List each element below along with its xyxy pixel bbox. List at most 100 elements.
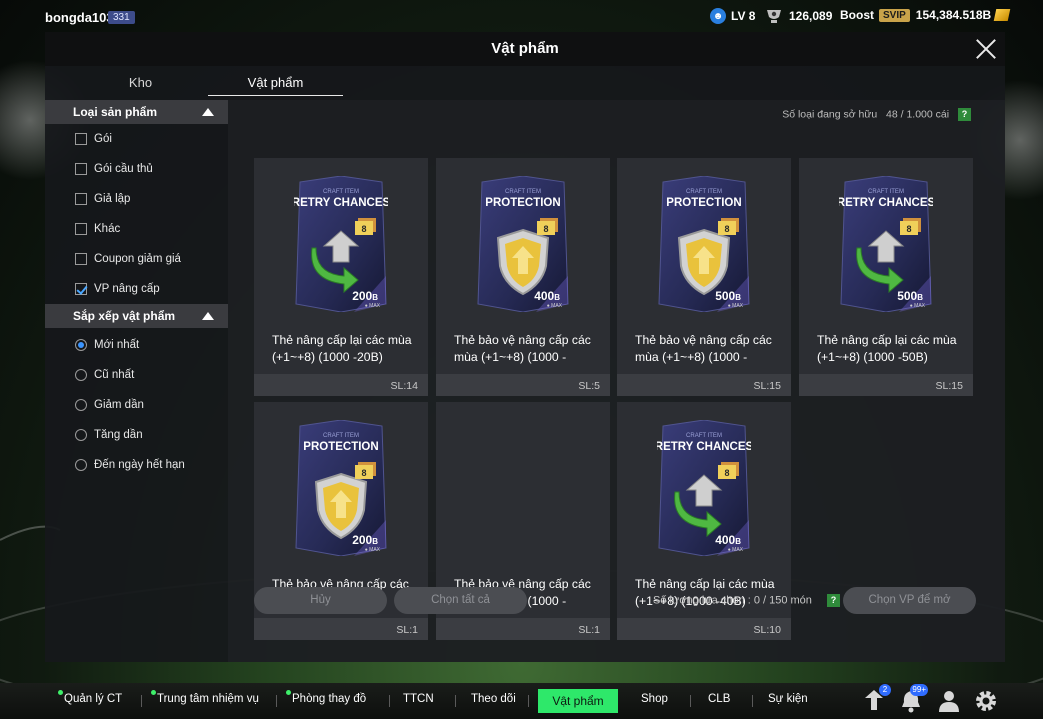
filter-khac[interactable]: Khác (45, 214, 228, 244)
item-card[interactable]: CRAFT ITEM RETRY CHANCES 8 500B ● MAX Th… (799, 158, 973, 396)
bell-icon[interactable]: 99+ (898, 684, 928, 714)
item-card-art: CRAFT ITEM PROTECTION 8 400B ● MAX (477, 176, 569, 312)
nav-divider (752, 695, 753, 707)
radio[interactable] (75, 399, 87, 411)
user-level-badge: 331 (108, 11, 135, 24)
nav-item[interactable]: Phòng thay đồ (286, 690, 367, 705)
nav-label: Theo dõi (471, 693, 516, 705)
svg-text:PROTECTION: PROTECTION (666, 197, 741, 209)
nav-vat-pham-active[interactable]: Vật phẩm (538, 689, 618, 713)
svg-text:PROTECTION: PROTECTION (485, 197, 560, 209)
svg-text:RETRY CHANCES: RETRY CHANCES (839, 197, 933, 209)
coins-value: 126,089 (789, 9, 833, 23)
level-tag-icon: 8 (355, 462, 376, 479)
notification-dot (58, 690, 63, 695)
svg-text:8: 8 (724, 224, 729, 234)
nav-item[interactable]: Shop (641, 693, 668, 705)
item-qty: SL:15 (753, 380, 781, 392)
sort-newest[interactable]: Mới nhất (45, 330, 228, 360)
tab-vat-pham[interactable]: Vật phẩm (208, 72, 343, 96)
item-card-art: CRAFT ITEM RETRY CHANCES 8 400B ● MAX (657, 420, 751, 556)
svg-text:● MAX: ● MAX (728, 547, 744, 553)
filter-label: Gói cầu thủ (94, 163, 153, 175)
filter-goi-cau-thu[interactable]: Gói cầu thủ (45, 154, 228, 184)
radio[interactable] (75, 429, 87, 441)
item-name: Thẻ bảo vệ nâng cấp các mùa (+1~+8) (100… (635, 333, 772, 364)
item-name: Thẻ bảo vệ nâng cấp các mùa (+1~+8) (100… (454, 333, 591, 364)
svip-badge: SVIP (879, 8, 910, 22)
level-tag-icon: 8 (537, 218, 558, 235)
collapse-icon (202, 108, 214, 116)
notification-dot (151, 690, 156, 695)
checkbox[interactable] (75, 193, 87, 205)
sort-ascending[interactable]: Tăng dần (45, 420, 228, 450)
nav-item[interactable]: Trung tâm nhiệm vụ (151, 690, 259, 705)
checkbox[interactable] (75, 163, 87, 175)
nav-item[interactable]: Theo dõi (471, 693, 516, 705)
nav-item[interactable]: Sự kiện (768, 693, 808, 705)
filter-label: Giả lập (94, 193, 131, 205)
item-qty: SL:15 (935, 380, 963, 392)
type-filter-header[interactable]: Loại sản phẩm (45, 100, 228, 124)
type-filter-title: Loại sản phẩm (73, 105, 158, 119)
nav-label: Sự kiện (768, 693, 808, 705)
item-card[interactable]: CRAFT ITEM RETRY CHANCES 8 200B ● MAX Th… (254, 158, 428, 396)
checkbox[interactable] (75, 223, 87, 235)
checkbox-checked[interactable] (75, 283, 87, 295)
nav-item[interactable]: Quản lý CT (58, 690, 123, 705)
gear-icon[interactable] (973, 688, 999, 714)
sort-label: Đến ngày hết hạn (94, 459, 185, 471)
filter-vp-nang-cap[interactable]: VP nâng cấp (45, 274, 228, 304)
level-tag-icon: 8 (900, 218, 921, 235)
nav-label: Phòng thay đồ (292, 693, 367, 705)
checkbox[interactable] (75, 253, 87, 265)
person-icon[interactable] (936, 688, 962, 714)
username: bongda103 (45, 10, 114, 25)
upload-icon[interactable]: 2 (861, 684, 891, 714)
radio-selected[interactable] (75, 339, 87, 351)
collapse-icon (202, 312, 214, 320)
nav-divider (141, 695, 142, 707)
svg-text:8: 8 (724, 468, 729, 478)
filter-sidebar: Loại sản phẩm Gói Gói cầu thủ Giả lập Kh… (45, 100, 228, 480)
close-button[interactable] (975, 38, 997, 60)
sort-title: Sắp xếp vật phẩm (73, 309, 176, 323)
tab-kho[interactable]: Kho (73, 72, 208, 96)
item-card-art: CRAFT ITEM RETRY CHANCES 8 200B ● MAX (294, 176, 388, 312)
svg-text:PROTECTION: PROTECTION (303, 441, 378, 453)
help-icon[interactable]: ? (958, 108, 971, 121)
sort-label: Mới nhất (94, 339, 140, 351)
help-icon[interactable]: ? (826, 594, 840, 607)
sort-header[interactable]: Sắp xếp vật phẩm (45, 304, 228, 328)
nav-label: Trung tâm nhiệm vụ (157, 693, 259, 705)
filter-coupon[interactable]: Coupon giảm giá (45, 244, 228, 274)
item-card[interactable]: CRAFT ITEM PROTECTION 8 500B ● MAX Thẻ b… (617, 158, 791, 396)
radio[interactable] (75, 459, 87, 471)
sort-expiry[interactable]: Đến ngày hết hạn (45, 450, 228, 480)
filter-gia-lap[interactable]: Giả lập (45, 184, 228, 214)
sort-descending[interactable]: Giảm dần (45, 390, 228, 420)
notification-dot (286, 690, 291, 695)
nav-divider (276, 695, 277, 707)
bp-icon (993, 9, 1011, 21)
cancel-button[interactable]: Hủy (254, 587, 387, 614)
nav-item[interactable]: TTCN (403, 693, 434, 705)
items-panel: Vật phẩm Kho Vật phẩm Loại sản phẩm Gói … (45, 32, 1005, 662)
item-card[interactable]: CRAFT ITEM PROTECTION 8 400B ● MAX Thẻ b… (436, 158, 610, 396)
svg-text:CRAFT ITEM: CRAFT ITEM (505, 189, 541, 195)
svg-text:CRAFT ITEM: CRAFT ITEM (686, 433, 722, 439)
checkbox[interactable] (75, 133, 87, 145)
item-grid-area: Số loại đang sở hữu 48 / 1.000 cái ? CRA… (228, 100, 1005, 662)
svg-text:● MAX: ● MAX (547, 303, 563, 309)
radio[interactable] (75, 369, 87, 381)
nav-item[interactable]: CLB (708, 693, 730, 705)
filter-label: Coupon giảm giá (94, 253, 181, 265)
item-qty: SL:1 (396, 624, 418, 636)
item-qty: SL:1 (578, 624, 600, 636)
select-all-button[interactable]: Chọn tất cả (394, 587, 527, 614)
filter-goi[interactable]: Gói (45, 124, 228, 154)
open-selected-button[interactable]: Chọn VP để mở (843, 587, 976, 614)
svg-text:8: 8 (361, 224, 366, 234)
sort-oldest[interactable]: Cũ nhất (45, 360, 228, 390)
nav-label: Quản lý CT (64, 693, 123, 705)
